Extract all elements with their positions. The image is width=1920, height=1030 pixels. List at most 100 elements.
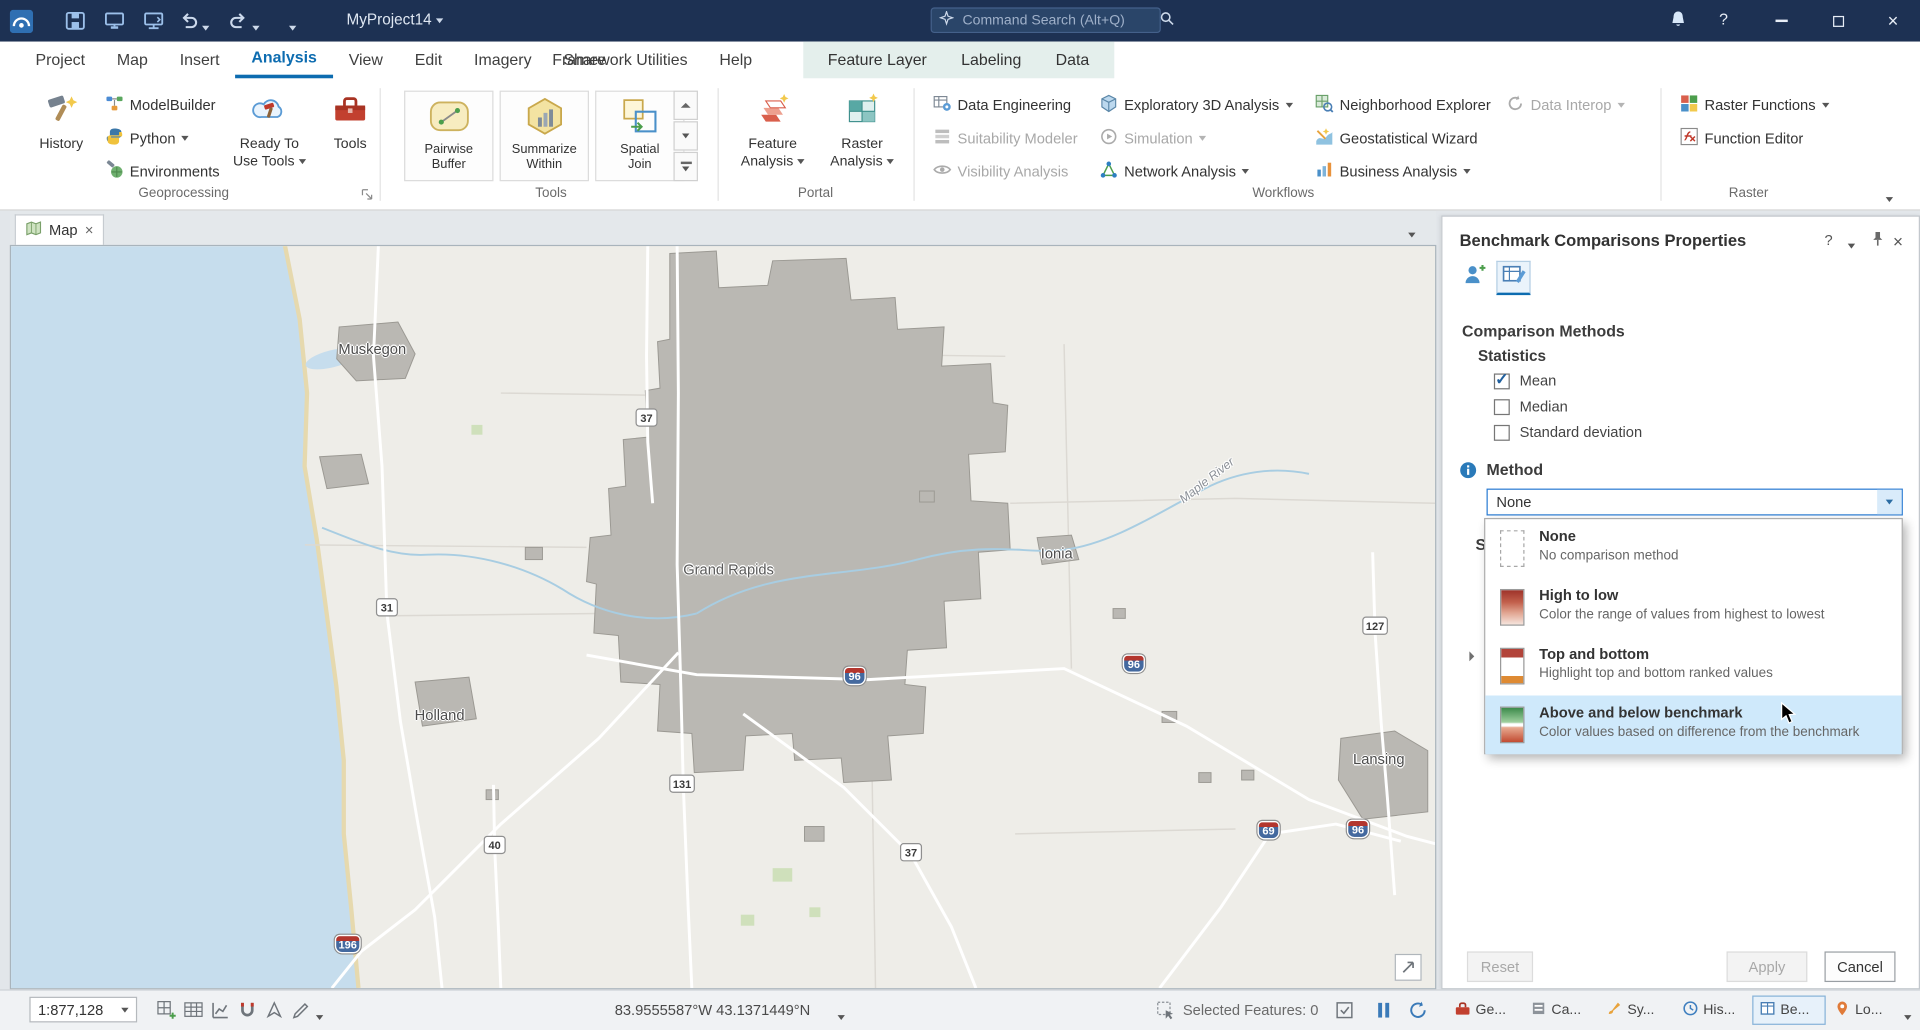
dropdown-option-above-and-below-benchmark[interactable]: Above and below benchmark Color values b… — [1485, 696, 1901, 755]
geoprocessing-dialog-launcher-icon[interactable] — [360, 186, 376, 202]
raster-functions-icon — [1680, 94, 1698, 116]
network-analysis-button[interactable]: Network Analysis — [1100, 160, 1250, 182]
view-list-chevron-icon[interactable] — [1408, 224, 1415, 246]
gallery-item-pairwise-buffer[interactable]: PairwiseBuffer — [404, 91, 493, 182]
gallery-scroll-down-button[interactable] — [673, 121, 697, 150]
gallery-item-summarize-within[interactable]: SummarizeWithin — [500, 91, 589, 182]
data-engineering-button[interactable]: Data Engineering — [933, 94, 1071, 116]
command-search-input[interactable] — [960, 12, 1153, 29]
tools-button[interactable]: Tools — [311, 91, 389, 154]
exploratory-3d-analysis-button[interactable]: Exploratory 3D Analysis — [1100, 94, 1293, 116]
dropdown-option-top-and-bottom[interactable]: Top and bottom Highlight top and bottom … — [1485, 637, 1901, 696]
maximize-button[interactable] — [1811, 0, 1865, 42]
pane-menu-chevron-icon[interactable] — [1848, 236, 1855, 253]
project-name[interactable]: MyProject14 — [347, 11, 444, 28]
history-button[interactable]: History — [22, 91, 100, 154]
collapse-ribbon-chevron-icon[interactable] — [1886, 189, 1893, 211]
dock-tab-symbology[interactable]: Sy... — [1600, 996, 1673, 1025]
notifications-bell-icon[interactable] — [1668, 9, 1689, 37]
gallery-scroll-up-button[interactable] — [673, 91, 697, 120]
save-project-icon[interactable] — [64, 11, 87, 37]
dock-overflow-chevron-icon[interactable] — [1904, 1008, 1911, 1025]
feature-analysis-button[interactable]: FeatureAnalysis — [733, 91, 811, 171]
tab-insert[interactable]: Insert — [164, 42, 236, 79]
raster-analysis-button[interactable]: RasterAnalysis — [823, 91, 901, 171]
tab-imagery[interactable]: Imagery — [458, 42, 547, 79]
attribute-table-icon[interactable] — [184, 1000, 204, 1020]
tab-framework-utilities[interactable]: Framework Utilities — [536, 42, 703, 79]
close-map-tab-icon[interactable]: × — [85, 222, 94, 239]
dropdown-option-high-to-low[interactable]: High to low Color the range of values fr… — [1485, 578, 1901, 637]
map-view[interactable]: Muskegon Grand Rapids Holland Ionia Lans… — [10, 245, 1437, 989]
pane-tab-add-data[interactable] — [1457, 261, 1491, 295]
pane-help-icon[interactable]: ? — [1824, 231, 1832, 248]
command-search[interactable] — [931, 7, 1161, 33]
tab-map[interactable]: Map — [101, 42, 164, 79]
dock-tab-catalog[interactable]: Ca... — [1524, 996, 1597, 1025]
method-select[interactable]: None — [1487, 489, 1903, 516]
pane-tab-properties[interactable] — [1496, 261, 1530, 295]
grid-add-icon[interactable] — [157, 1000, 177, 1020]
redo-icon[interactable] — [228, 10, 249, 37]
business-analysis-button[interactable]: Business Analysis — [1315, 160, 1471, 182]
map-scale-select[interactable]: 1:877,128 — [29, 997, 137, 1023]
tab-view[interactable]: View — [333, 42, 399, 79]
tab-feature-layer[interactable]: Feature Layer — [811, 42, 944, 79]
coordinates-readout[interactable]: 83.9555587°W 43.1371449°N — [615, 1002, 811, 1019]
checkbox-row-median[interactable]: Median — [1494, 398, 1568, 415]
pane-pin-icon[interactable] — [1870, 230, 1886, 251]
map-view-tab[interactable]: Map × — [15, 214, 105, 245]
gallery-expand-button[interactable] — [673, 152, 697, 181]
map-navigator-button[interactable] — [1395, 954, 1422, 981]
modelbuilder-button[interactable]: ModelBuilder — [105, 94, 215, 116]
quick-access-customize-chevron-icon[interactable] — [289, 17, 296, 39]
close-window-button[interactable]: × — [1866, 0, 1920, 42]
dock-tab-geoprocessing[interactable]: Ge... — [1449, 996, 1522, 1025]
dock-tab-locate[interactable]: Lo... — [1828, 996, 1901, 1025]
checkbox-row-standard-deviation[interactable]: Standard deviation — [1494, 424, 1642, 441]
redo-dropdown-chevron-icon[interactable] — [252, 17, 259, 39]
group-label-portal: Portal — [681, 186, 950, 201]
ready-to-use-tools-button[interactable]: Ready ToUse Tools — [230, 91, 308, 171]
help-icon[interactable]: ? — [1719, 10, 1728, 28]
undo-dropdown-chevron-icon[interactable] — [202, 17, 209, 39]
dock-tab-history[interactable]: His... — [1676, 996, 1749, 1025]
standard-deviation-checkbox[interactable] — [1494, 424, 1510, 440]
pause-drawing-icon[interactable] — [1374, 1000, 1394, 1020]
neighborhood-explorer-button[interactable]: Neighborhood Explorer — [1315, 94, 1491, 116]
select-box-icon[interactable] — [1335, 1000, 1355, 1020]
gallery-item-spatial-join[interactable]: SpatialJoin — [595, 91, 684, 182]
tab-analysis[interactable]: Analysis — [235, 42, 332, 79]
tab-edit[interactable]: Edit — [399, 42, 458, 79]
tab-data[interactable]: Data — [1038, 42, 1106, 79]
mean-checkbox[interactable]: ✓ — [1494, 373, 1510, 389]
open-project-icon[interactable] — [142, 11, 165, 37]
undo-icon[interactable] — [179, 10, 200, 37]
tab-labeling[interactable]: Labeling — [944, 42, 1038, 79]
section-expander-icon[interactable] — [1469, 645, 1474, 667]
cancel-button[interactable]: Cancel — [1824, 951, 1895, 982]
tab-help[interactable]: Help — [703, 42, 768, 79]
tab-project[interactable]: Project — [20, 42, 101, 79]
status-tools-chevron-icon[interactable] — [316, 1008, 323, 1025]
method-info-icon[interactable] — [1460, 462, 1477, 485]
function-editor-button[interactable]: Function Editor — [1680, 127, 1803, 149]
geostatistical-wizard-button[interactable]: Geostatistical Wizard — [1315, 127, 1477, 149]
median-checkbox[interactable] — [1494, 399, 1510, 415]
coordinates-chevron-icon[interactable] — [838, 1008, 845, 1025]
dock-tab-benchmark[interactable]: Be... — [1752, 996, 1825, 1025]
edit-tool-icon[interactable] — [291, 1000, 311, 1020]
raster-functions-button[interactable]: Raster Functions — [1680, 94, 1829, 116]
python-button[interactable]: Python — [105, 127, 189, 149]
method-select-chevron-icon[interactable] — [1877, 490, 1901, 514]
pane-close-icon[interactable]: × — [1893, 231, 1903, 251]
environments-button[interactable]: Environments — [105, 160, 219, 182]
navigate-pointer-icon[interactable] — [264, 1000, 284, 1020]
snapping-icon[interactable] — [238, 1000, 258, 1020]
dropdown-option-none[interactable]: None No comparison method — [1485, 519, 1901, 578]
project-package-icon[interactable] — [103, 11, 126, 37]
chart-icon[interactable] — [211, 1000, 231, 1020]
checkbox-row-mean[interactable]: ✓ Mean — [1494, 372, 1556, 389]
refresh-view-icon[interactable] — [1408, 1000, 1428, 1020]
minimize-button[interactable] — [1755, 0, 1809, 42]
